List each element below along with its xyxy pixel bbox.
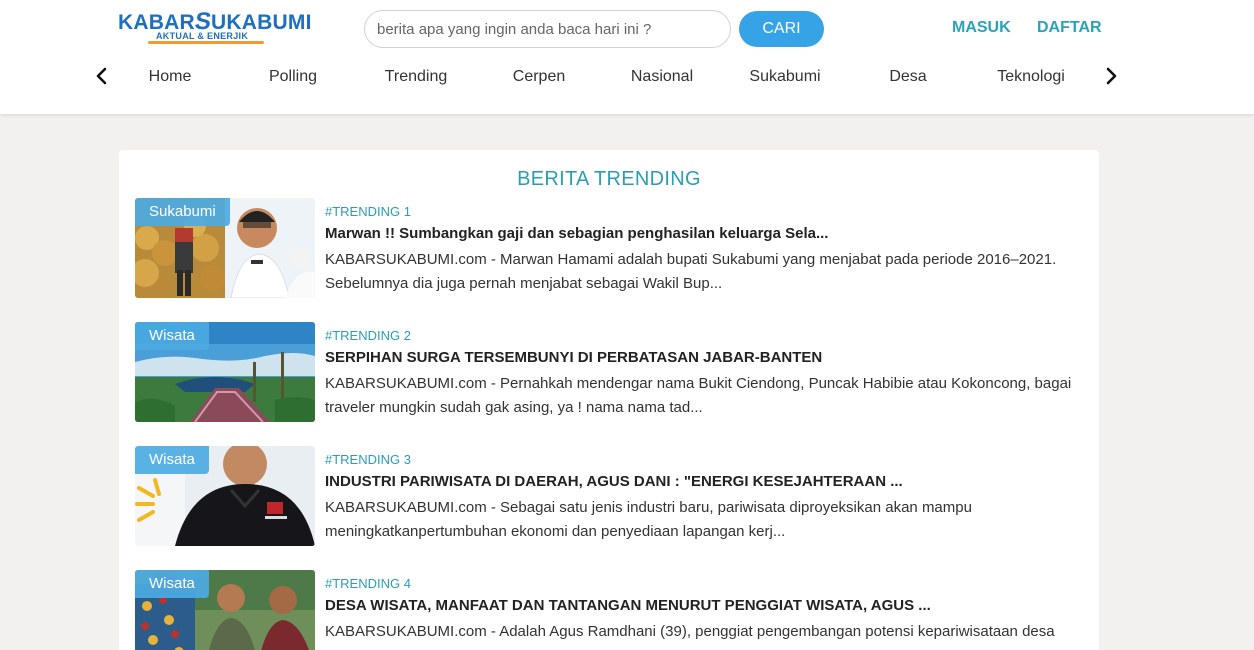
nav-nasional[interactable]: Nasional [631, 68, 693, 86]
article-item[interactable]: Sukabumi #TRENDING 1 Marwan !! Sumbangka… [135, 198, 1085, 298]
article-thumbnail[interactable]: Sukabumi [135, 198, 315, 298]
trending-rank: #TRENDING 4 [325, 576, 411, 591]
article-thumbnail[interactable]: Wisata [135, 446, 315, 546]
login-link[interactable]: MASUK [952, 19, 1011, 37]
article-title[interactable]: DESA WISATA, MANFAAT DAN TANTANGAN MENUR… [325, 597, 931, 614]
article-title[interactable]: INDUSTRI PARIWISATA DI DAERAH, AGUS DANI… [325, 473, 903, 490]
article-thumbnail[interactable]: Wisata [135, 322, 315, 422]
trending-rank: #TRENDING 3 [325, 452, 411, 467]
category-badge[interactable]: Wisata [135, 570, 209, 598]
article-item[interactable]: Wisata #TRENDING 3 INDUSTRI PARIWISATA D… [135, 446, 1085, 546]
category-badge[interactable]: Wisata [135, 322, 209, 350]
article-item[interactable]: Wisata #TRENDING 4 DESA WISATA, MANFAAT … [135, 570, 1085, 650]
trending-card: BERITA TRENDING Sukabumi #TRENDING 1 Mar… [119, 150, 1099, 650]
article-item[interactable]: Wisata #TRENDING 2 SERPIHAN SURGA TERSEM… [135, 322, 1085, 422]
nav-desa[interactable]: Desa [889, 68, 926, 86]
register-link[interactable]: DAFTAR [1037, 19, 1102, 37]
nav-home[interactable]: Home [149, 68, 192, 86]
trending-rank: #TRENDING 2 [325, 328, 411, 343]
article-excerpt: KABARSUKABUMI.com - Sebagai satu jenis i… [325, 499, 972, 540]
article-thumbnail[interactable]: Wisata [135, 570, 315, 650]
trending-rank: #TRENDING 1 [325, 204, 411, 219]
chevron-right-icon[interactable] [1101, 66, 1121, 86]
logo-tagline: AKTUAL & ENERJIK [156, 31, 249, 41]
section-title: BERITA TRENDING [517, 168, 701, 190]
nav-cerpen[interactable]: Cerpen [513, 68, 565, 86]
chevron-left-icon[interactable] [92, 66, 112, 86]
search-input[interactable] [364, 10, 731, 48]
article-title[interactable]: SERPIHAN SURGA TERSEMBUNYI DI PERBATASAN… [325, 349, 822, 366]
logo-swoosh [148, 41, 264, 44]
article-excerpt: KABARSUKABUMI.com - Adalah Agus Ramdhani… [325, 623, 1055, 640]
article-excerpt: KABARSUKABUMI.com - Pernahkah mendengar … [325, 375, 1072, 416]
article-excerpt: KABARSUKABUMI.com - Marwan Hamami adalah… [325, 251, 1057, 292]
nav-sukabumi[interactable]: Sukabumi [749, 68, 820, 86]
search-button[interactable]: CARI [739, 11, 824, 47]
nav-polling[interactable]: Polling [269, 68, 317, 86]
nav-teknologi[interactable]: Teknologi [997, 68, 1065, 86]
category-badge[interactable]: Sukabumi [135, 198, 230, 226]
nav-trending[interactable]: Trending [385, 68, 448, 86]
site-logo[interactable]: KABARSUKABUMI AKTUAL & ENERJIK [118, 8, 313, 48]
site-header: KABARSUKABUMI AKTUAL & ENERJIK CARI MASU… [0, 0, 1254, 114]
category-badge[interactable]: Wisata [135, 446, 209, 474]
article-title[interactable]: Marwan !! Sumbangkan gaji dan sebagian p… [325, 225, 828, 242]
